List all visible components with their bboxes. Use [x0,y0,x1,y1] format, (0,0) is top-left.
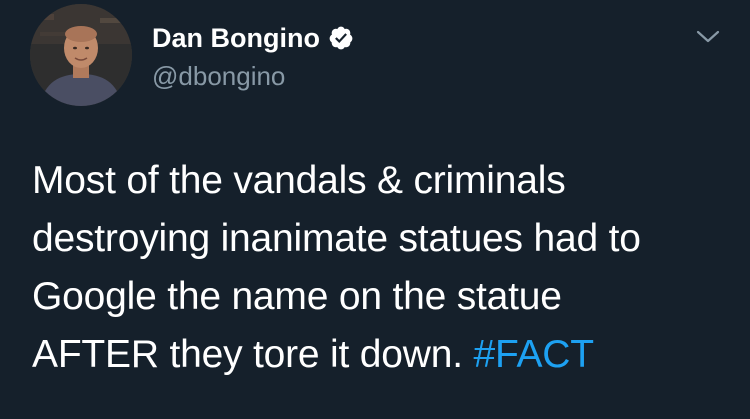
avatar[interactable] [30,4,132,106]
tweet-text-line: Most of the vandals & criminals [32,159,566,202]
tweet-text-line-last: AFTER they tore it down. #FACT [32,326,732,384]
tweet-text: Most of the vandals & criminals destroyi… [32,152,732,384]
tweet-text-line: destroying inanimate statues had to [32,217,641,260]
tweet-card: Dan Bongino @dbongino Most of the vandal… [0,0,750,419]
hashtag-link[interactable]: #FACT [474,333,595,376]
tweet-text-segment: AFTER they tore it down. [32,333,474,376]
author-handle[interactable]: @dbongino [152,60,285,92]
chevron-down-icon[interactable] [694,24,722,48]
author-name-row[interactable]: Dan Bongino [152,20,354,56]
tweet-text-line: Google the name on the statue [32,275,562,318]
display-name[interactable]: Dan Bongino [152,20,320,56]
verified-badge-icon [328,25,354,51]
